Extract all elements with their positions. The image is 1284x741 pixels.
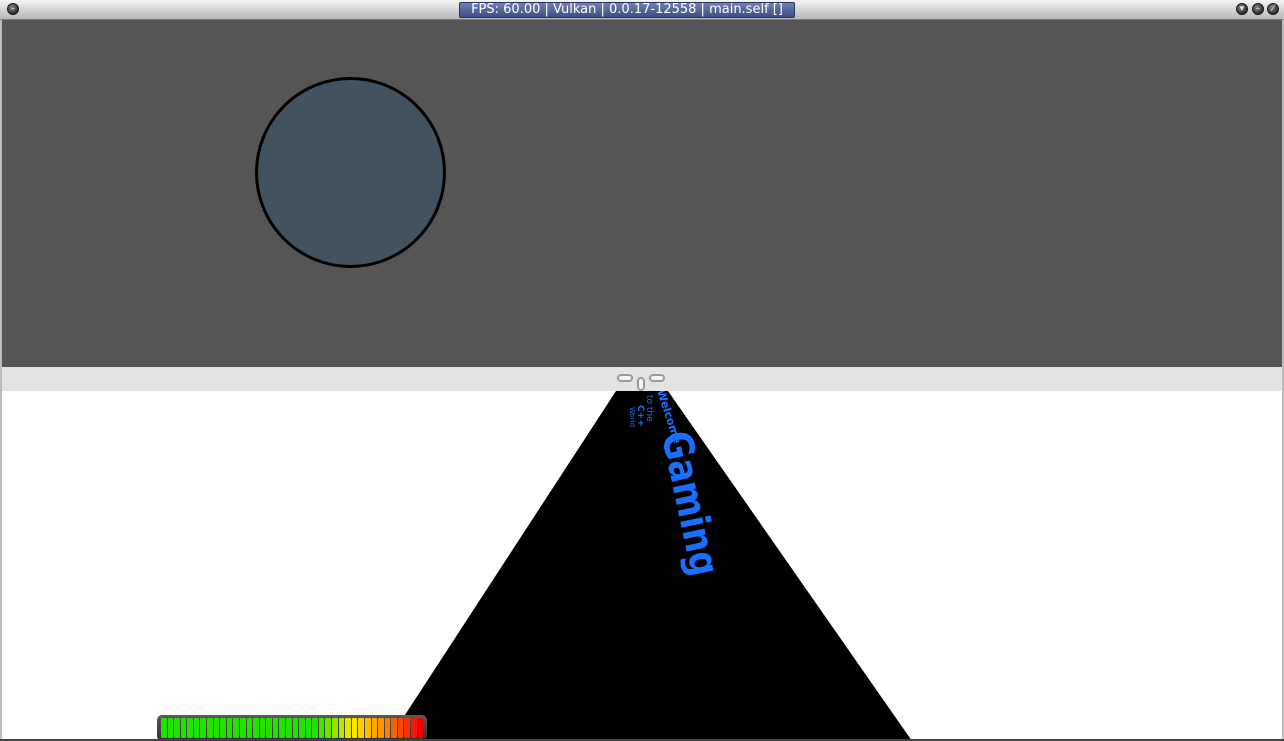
top-viewport[interactable] <box>2 20 1282 367</box>
level-meter-segment <box>305 718 312 738</box>
level-meter-segment <box>391 718 397 738</box>
level-meter-segment <box>371 718 378 738</box>
level-meter-segment <box>239 718 246 738</box>
level-meter-segment <box>351 718 358 738</box>
level-meter-segment <box>338 718 345 738</box>
level-meter-segment <box>417 718 424 738</box>
close-icon[interactable]: ⁄ <box>1267 3 1279 15</box>
road-surface <box>388 391 912 741</box>
level-meter-segment <box>174 718 180 738</box>
level-meter-segment <box>404 718 410 738</box>
level-meter-segment <box>292 718 299 738</box>
level-meter-segment <box>193 718 200 738</box>
level-meter-segment <box>161 718 167 738</box>
level-meter-segment <box>358 718 364 738</box>
minimize-icon[interactable]: – <box>1252 3 1264 15</box>
road-text-line: C++ <box>635 405 645 427</box>
road-scene: World C++ to the Welcome Gaming <box>388 391 912 741</box>
window-menu-icon[interactable]: – <box>7 3 19 15</box>
level-meter-segment <box>345 718 351 738</box>
level-meter-segment <box>318 718 325 738</box>
level-meter-segment <box>259 718 266 738</box>
level-meter-segment <box>384 718 391 738</box>
level-meter-segment <box>246 718 253 738</box>
level-meter-segment <box>285 718 292 738</box>
level-meter-segment <box>299 718 305 738</box>
level-meter-segment <box>253 718 259 738</box>
level-meter-segment <box>397 718 404 738</box>
level-meter-segment <box>378 718 384 738</box>
splitter-grip-handle-icon[interactable] <box>637 377 645 391</box>
level-meter-segment <box>220 718 226 738</box>
circle-shape <box>255 77 446 268</box>
window-title: FPS: 60.00 | Vulkan | 0.0.17-12558 | mai… <box>459 2 795 18</box>
level-meter-segment <box>226 718 233 738</box>
level-meter-segment <box>187 718 193 738</box>
level-meter-segment <box>332 718 338 738</box>
level-meter-segment <box>325 718 332 738</box>
app-window: – FPS: 60.00 | Vulkan | 0.0.17-12558 | m… <box>0 0 1284 741</box>
level-meter-segment <box>180 718 187 738</box>
viewport-splitter[interactable] <box>2 367 1282 391</box>
level-meter-segment <box>279 718 285 738</box>
level-meter-segment <box>272 718 279 738</box>
level-meter-segment <box>207 718 213 738</box>
level-meter-segment <box>233 718 239 738</box>
level-meter-segment <box>410 718 417 738</box>
level-meter-track <box>161 718 424 738</box>
level-meter <box>157 715 427 741</box>
level-meter-segment <box>167 718 174 738</box>
shade-icon[interactable]: ▾ <box>1236 3 1248 15</box>
bottom-viewport[interactable]: World C++ to the Welcome Gaming <box>2 391 1282 741</box>
level-meter-segment <box>200 718 207 738</box>
splitter-grip-left-icon[interactable] <box>617 374 633 382</box>
level-meter-segment <box>312 718 318 738</box>
title-bar[interactable]: – FPS: 60.00 | Vulkan | 0.0.17-12558 | m… <box>0 0 1284 20</box>
level-meter-segment <box>364 718 371 738</box>
road-text-line: World <box>628 407 636 427</box>
splitter-grip-right-icon[interactable] <box>649 374 665 382</box>
road-text-line: to the <box>644 395 654 422</box>
level-meter-segment <box>213 718 220 738</box>
level-meter-segment <box>266 718 272 738</box>
